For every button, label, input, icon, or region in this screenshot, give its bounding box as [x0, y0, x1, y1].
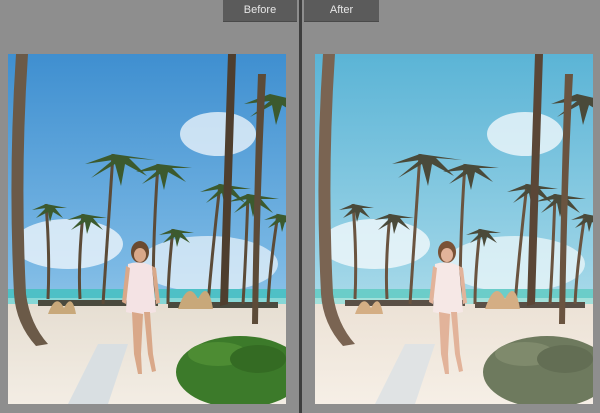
before-photo[interactable] — [8, 54, 286, 404]
before-tab-label[interactable]: Before — [223, 0, 297, 21]
before-photo-image — [8, 54, 286, 404]
after-photo[interactable] — [315, 54, 593, 404]
after-pane: After — [302, 0, 600, 413]
after-tab-label[interactable]: After — [304, 0, 379, 21]
after-photo-image — [315, 54, 593, 404]
before-pane: Before — [0, 0, 299, 413]
